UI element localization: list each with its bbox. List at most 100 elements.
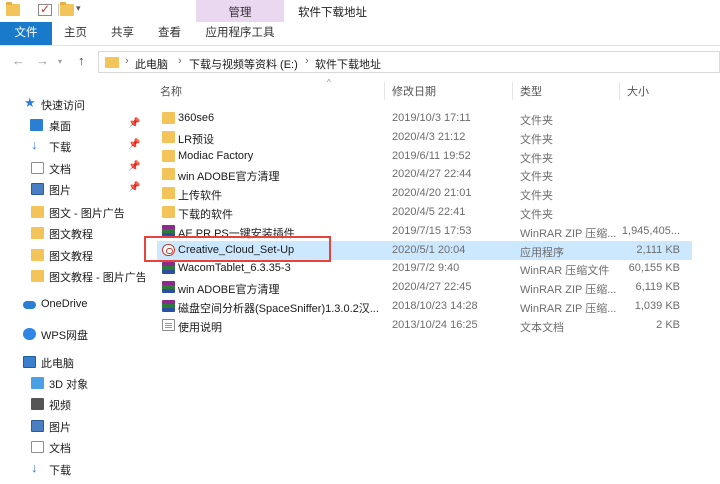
sidebar-item-quick-access[interactable]: ★ 快速访问: [0, 94, 145, 114]
folder-icon: [162, 149, 175, 162]
file-row[interactable]: win ADOBE官方清理 2020/4/27 22:45 WinRAR ZIP 压…: [157, 278, 692, 297]
sidebar-item-label: 图文教程 - 图片广告: [49, 272, 145, 284]
back-arrow-icon[interactable]: ←: [12, 53, 25, 68]
file-name: win ADOBE官方清理: [178, 284, 280, 297]
breadcrumb-this-pc[interactable]: 此电脑: [135, 56, 168, 72]
chevron-right-icon[interactable]: ›: [125, 55, 129, 67]
sidebar-item-3d-objects[interactable]: 3D 对象: [0, 373, 145, 393]
file-size: 1,039 KB: [634, 300, 680, 312]
column-divider[interactable]: [619, 82, 620, 100]
navigation-pane: ★ 快速访问 桌面 📌 ↓ 下载 📌 文档 📌 图片 📌 图文 - 图片广告 图…: [0, 80, 145, 484]
file-date: 2019/6/11 19:52: [392, 149, 471, 162]
sidebar-item-this-pc[interactable]: 此电脑: [0, 352, 145, 372]
sort-caret-icon: ^: [327, 78, 331, 87]
file-date: 2020/4/3 21:12: [392, 130, 466, 143]
sidebar-item-label: 视频: [49, 400, 71, 412]
column-header-size[interactable]: 大小: [627, 83, 649, 99]
sidebar-item-label: WPS网盘: [41, 330, 89, 342]
sidebar-item-downloads[interactable]: ↓ 下载 📌: [0, 136, 145, 156]
star-icon: ★: [24, 95, 36, 110]
sidebar-item-folder[interactable]: 图文 - 图片广告: [0, 202, 145, 222]
new-folder-icon[interactable]: [60, 2, 74, 16]
sidebar-item-videos[interactable]: 视频: [0, 394, 145, 414]
file-type: 文件夹: [520, 190, 553, 203]
tab-application-tools[interactable]: 应用程序工具: [196, 22, 284, 45]
manage-label[interactable]: 管理: [196, 4, 284, 20]
file-row[interactable]: win ADOBE官方清理 2020/4/27 22:44 文件夹: [157, 165, 692, 184]
chevron-right-icon[interactable]: ›: [305, 55, 309, 67]
file-type: 文件夹: [520, 209, 553, 221]
file-size: 6,119 KB: [635, 281, 680, 294]
sidebar-item-pictures[interactable]: 图片 📌: [0, 179, 145, 199]
chevron-right-icon[interactable]: ›: [178, 55, 182, 67]
folder-icon[interactable]: [6, 2, 20, 16]
document-icon: [31, 162, 44, 174]
file-date: 2020/4/5 22:41: [392, 206, 466, 218]
sidebar-item-label: 下载: [49, 465, 71, 477]
sidebar-item-label: 文档: [49, 164, 71, 176]
up-arrow-icon[interactable]: ↑: [78, 53, 85, 68]
sidebar-item-label: 图片: [49, 185, 71, 197]
breadcrumb-drive-e[interactable]: 下载与视频等资料 (E:): [189, 56, 298, 72]
file-row[interactable]: 使用说明 2013/10/24 16:25 文本文档 2 KB: [157, 316, 692, 335]
sidebar-item-label: 文档: [49, 443, 71, 455]
file-name: 360se6: [178, 112, 215, 124]
file-date: 2013/10/24 16:25: [392, 318, 478, 331]
file-row[interactable]: WacomTablet_6.3.35-3 2019/7/2 9:40 WinRAR …: [157, 259, 692, 278]
sidebar-item-folder[interactable]: 图文教程: [0, 223, 145, 243]
file-date: 2020/4/27 22:44: [392, 168, 472, 181]
sidebar-item-label: 快速访问: [41, 100, 85, 112]
sidebar-item-label: 下载: [49, 142, 71, 154]
sidebar-item-folder[interactable]: 图文教程 - 图片广告: [0, 266, 145, 286]
picture-icon: [31, 420, 44, 432]
file-name: LR预设: [178, 133, 215, 146]
column-header-name[interactable]: 名称: [160, 83, 182, 99]
file-type: 文件夹: [520, 133, 553, 146]
file-size: 2,111 KB: [636, 243, 680, 256]
properties-icon[interactable]: [38, 2, 52, 16]
file-row[interactable]: LR预设 2020/4/3 21:12 文件夹: [157, 128, 692, 147]
tab-file[interactable]: 文件: [0, 22, 52, 45]
sidebar-item-pc-documents[interactable]: 文档: [0, 437, 145, 457]
tab-home[interactable]: 主页: [64, 22, 87, 45]
customize-toolbar-icon[interactable]: ▾: [76, 3, 81, 14]
column-header-date[interactable]: 修改日期: [392, 83, 436, 99]
file-type: 文件夹: [520, 171, 553, 184]
pin-icon[interactable]: 📌: [128, 161, 140, 172]
file-date: 2020/5/1 20:04: [392, 243, 466, 256]
sidebar-item-documents[interactable]: 文档 📌: [0, 158, 145, 178]
pin-icon[interactable]: 📌: [128, 182, 140, 193]
tab-view[interactable]: 查看: [158, 22, 181, 45]
highlight-annotation: [144, 236, 331, 262]
sidebar-item-folder[interactable]: 图文教程: [0, 245, 145, 265]
tab-share[interactable]: 共享: [111, 22, 134, 45]
folder-icon: [162, 206, 175, 218]
column-header-type[interactable]: 类型: [520, 83, 542, 99]
column-divider[interactable]: [512, 82, 513, 100]
folder-icon: [162, 187, 175, 200]
pin-icon[interactable]: 📌: [128, 118, 140, 129]
sidebar-item-onedrive[interactable]: OneDrive: [0, 295, 145, 315]
sidebar-item-pc-downloads[interactable]: ↓ 下载: [0, 459, 145, 479]
cloud-icon: [23, 301, 36, 309]
cube-icon: [31, 377, 44, 389]
navigation-bar: ← → ▾ ↑ › 此电脑 › 下载与视频等资料 (E:) › 软件下载地址: [0, 47, 720, 77]
sidebar-item-desktop[interactable]: 桌面 📌: [0, 115, 145, 135]
address-bar[interactable]: › 此电脑 › 下载与视频等资料 (E:) › 软件下载地址: [98, 51, 720, 73]
sidebar-item-pc-pictures[interactable]: 图片: [0, 416, 145, 436]
download-arrow-icon: ↓: [31, 460, 38, 475]
file-row[interactable]: 360se6 2019/10/3 17:11 文件夹: [157, 109, 692, 128]
file-row[interactable]: 磁盘空间分析器(SpaceSniffer)1.3.0.2汉... 2018/10/…: [157, 297, 692, 316]
file-size: 2 KB: [656, 318, 680, 331]
column-divider[interactable]: [384, 82, 385, 100]
file-row[interactable]: 下载的软件 2020/4/5 22:41 文件夹: [157, 203, 692, 222]
forward-arrow-icon[interactable]: →: [36, 53, 49, 68]
breadcrumb-current-folder[interactable]: 软件下载地址: [315, 56, 381, 72]
recent-locations-icon[interactable]: ▾: [58, 57, 62, 66]
file-row[interactable]: 上传软件 2020/4/20 21:01 文件夹: [157, 184, 692, 203]
pin-icon[interactable]: 📌: [128, 139, 140, 150]
sidebar-item-wps[interactable]: WPS网盘: [0, 324, 145, 344]
file-row[interactable]: Modiac Factory 2019/6/11 19:52 文件夹: [157, 147, 692, 166]
winrar-icon: [162, 281, 175, 294]
folder-icon: [162, 168, 175, 181]
